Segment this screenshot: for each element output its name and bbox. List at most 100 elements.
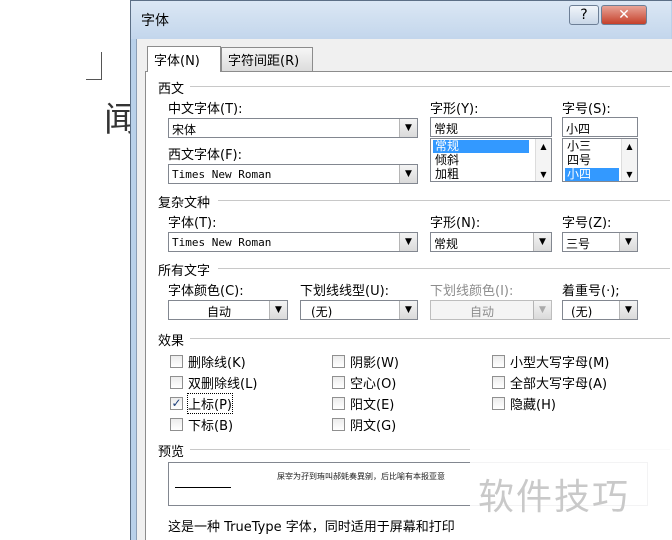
chevron-down-icon[interactable]: ▼ — [399, 165, 417, 183]
strikethrough-checkbox[interactable]: 删除线(K) — [170, 352, 246, 371]
font-size-list[interactable]: 小三 四号 小四 ▲ ▼ — [562, 138, 638, 182]
font-style-input[interactable]: 常规 — [430, 117, 552, 137]
chinese-font-combo[interactable]: 宋体 ▼ — [168, 118, 418, 138]
checkbox-label: 小型大写字母(M) — [510, 356, 610, 371]
underline-style-label: 下划线线型(U): — [300, 284, 390, 299]
checkbox-box[interactable] — [332, 355, 345, 368]
list-item[interactable]: 倾斜 — [433, 154, 459, 167]
section-divider — [190, 86, 670, 87]
underline-style-value: (无) — [311, 305, 333, 319]
list-item[interactable]: 小三 — [565, 140, 591, 153]
help-button[interactable]: ? — [569, 5, 599, 25]
underline-color-value: 自动 — [469, 305, 494, 319]
preview-baseline — [175, 487, 231, 488]
checkbox-label: 空心(O) — [350, 377, 397, 392]
chevron-down-icon[interactable]: ▼ — [399, 119, 417, 137]
checkbox-label: 阴文(G) — [350, 419, 397, 434]
complex-font-combo[interactable]: Times New Roman ▼ — [168, 232, 418, 252]
engrave-checkbox[interactable]: 阴文(G) — [332, 415, 396, 434]
chevron-down-icon[interactable]: ▼ — [619, 233, 637, 251]
chinese-font-label: 中文字体(T): — [168, 102, 243, 117]
all-caps-checkbox[interactable]: 全部大写字母(A) — [492, 373, 607, 392]
checkbox-box[interactable] — [170, 355, 183, 368]
font-type-note: 这是一种 TrueType 字体，同时适用于屏幕和打印 — [168, 520, 455, 535]
checkbox-box[interactable] — [492, 376, 505, 389]
section-preview: 预览 — [158, 445, 185, 460]
watermark: 软件技巧 — [478, 477, 631, 518]
list-scrollbar[interactable]: ▲ ▼ — [535, 139, 551, 181]
font-size-input[interactable]: 小四 — [562, 117, 638, 137]
chevron-down-icon[interactable]: ▼ — [533, 233, 551, 251]
font-style-list[interactable]: 常规 倾斜 加粗 ▲ ▼ — [430, 138, 552, 182]
list-item[interactable]: 四号 — [565, 154, 591, 167]
underline-style-combo[interactable]: (无) ▼ — [300, 300, 418, 320]
checkbox-label: 删除线(K) — [188, 356, 246, 371]
font-color-label: 字体颜色(C): — [168, 284, 244, 299]
underline-color-combo: 自动 ▼ — [430, 300, 552, 320]
section-western: 西文 — [158, 82, 185, 97]
checkbox-label: 阳文(E) — [350, 398, 395, 413]
checkbox-label: 双删除线(L) — [188, 377, 258, 392]
tab-font[interactable]: 字体(N) — [147, 46, 221, 72]
list-item[interactable]: 加粗 — [433, 168, 459, 181]
font-color-combo[interactable]: 自动 ▼ — [168, 300, 288, 320]
chevron-down-icon[interactable]: ▼ — [269, 301, 287, 319]
chevron-down-icon: ▼ — [533, 301, 551, 319]
checkbox-box[interactable] — [170, 376, 183, 389]
complex-style-value: 常规 — [434, 237, 459, 251]
preview-sample-text: 屎宰为孖到珛叫郝蚝奏異剜，后比喻有本报亚意 — [277, 472, 445, 481]
emphasis-mark-value: (无) — [571, 305, 593, 319]
emboss-checkbox[interactable]: 阳文(E) — [332, 394, 394, 413]
list-scrollbar[interactable]: ▲ ▼ — [621, 139, 637, 181]
chinese-font-value: 宋体 — [172, 123, 197, 137]
checkbox-box[interactable] — [492, 397, 505, 410]
font-size-label: 字号(S): — [562, 102, 611, 117]
checkbox-box[interactable] — [332, 397, 345, 410]
scroll-up-icon[interactable]: ▲ — [622, 139, 637, 153]
chevron-down-icon[interactable]: ▼ — [399, 301, 417, 319]
shadow-checkbox[interactable]: 阴影(W) — [332, 352, 399, 371]
superscript-checkbox[interactable]: ✓ 上标(P) — [170, 393, 233, 414]
complex-style-combo[interactable]: 常规 ▼ — [430, 232, 552, 252]
emphasis-mark-combo[interactable]: (无) ▼ — [562, 300, 638, 320]
scroll-down-icon[interactable]: ▼ — [622, 167, 637, 181]
tab-font-label: 字体(N) — [154, 54, 200, 69]
section-complex-script: 复杂文种 — [158, 196, 211, 211]
list-item[interactable]: 常规 — [433, 140, 529, 153]
western-font-combo[interactable]: Times New Roman ▼ — [168, 164, 418, 184]
scroll-up-icon[interactable]: ▲ — [536, 139, 551, 153]
section-divider — [218, 200, 670, 201]
question-icon: ? — [580, 7, 588, 23]
close-button[interactable]: ✕ — [601, 5, 647, 25]
checkbox-box[interactable] — [492, 355, 505, 368]
section-all-text: 所有文字 — [158, 264, 211, 279]
font-size-value: 小四 — [566, 122, 591, 136]
complex-size-combo[interactable]: 三号 ▼ — [562, 232, 638, 252]
subscript-checkbox[interactable]: 下标(B) — [170, 415, 233, 434]
section-effects: 效果 — [158, 334, 185, 349]
complex-style-label: 字形(N): — [430, 216, 481, 231]
section-divider — [218, 268, 670, 269]
western-font-value: Times New Roman — [172, 168, 272, 181]
hidden-checkbox[interactable]: 隐藏(H) — [492, 394, 556, 413]
chevron-down-icon[interactable]: ▼ — [399, 233, 417, 251]
dialog-title-bar[interactable]: 字体 ? ✕ — [131, 1, 671, 39]
scroll-down-icon[interactable]: ▼ — [536, 167, 551, 181]
section-divider — [190, 338, 670, 339]
tab-character-spacing[interactable]: 字符间距(R) — [221, 47, 313, 71]
list-item[interactable]: 小四 — [565, 168, 619, 181]
small-caps-checkbox[interactable]: 小型大写字母(M) — [492, 352, 609, 371]
checkbox-box[interactable] — [170, 418, 183, 431]
chevron-down-icon[interactable]: ▼ — [619, 301, 637, 319]
tab-character-spacing-label: 字符间距(R) — [228, 54, 300, 69]
double-strikethrough-checkbox[interactable]: 双删除线(L) — [170, 373, 257, 392]
complex-size-label: 字号(Z): — [562, 216, 612, 231]
checkbox-box[interactable] — [332, 418, 345, 431]
font-style-label: 字形(Y): — [430, 102, 479, 117]
checkbox-box[interactable] — [332, 376, 345, 389]
checkbox-box[interactable]: ✓ — [170, 397, 183, 410]
close-icon: ✕ — [618, 7, 630, 23]
font-style-value: 常规 — [434, 122, 459, 136]
outline-checkbox[interactable]: 空心(O) — [332, 373, 396, 392]
checkbox-label: 阴影(W) — [350, 356, 399, 371]
